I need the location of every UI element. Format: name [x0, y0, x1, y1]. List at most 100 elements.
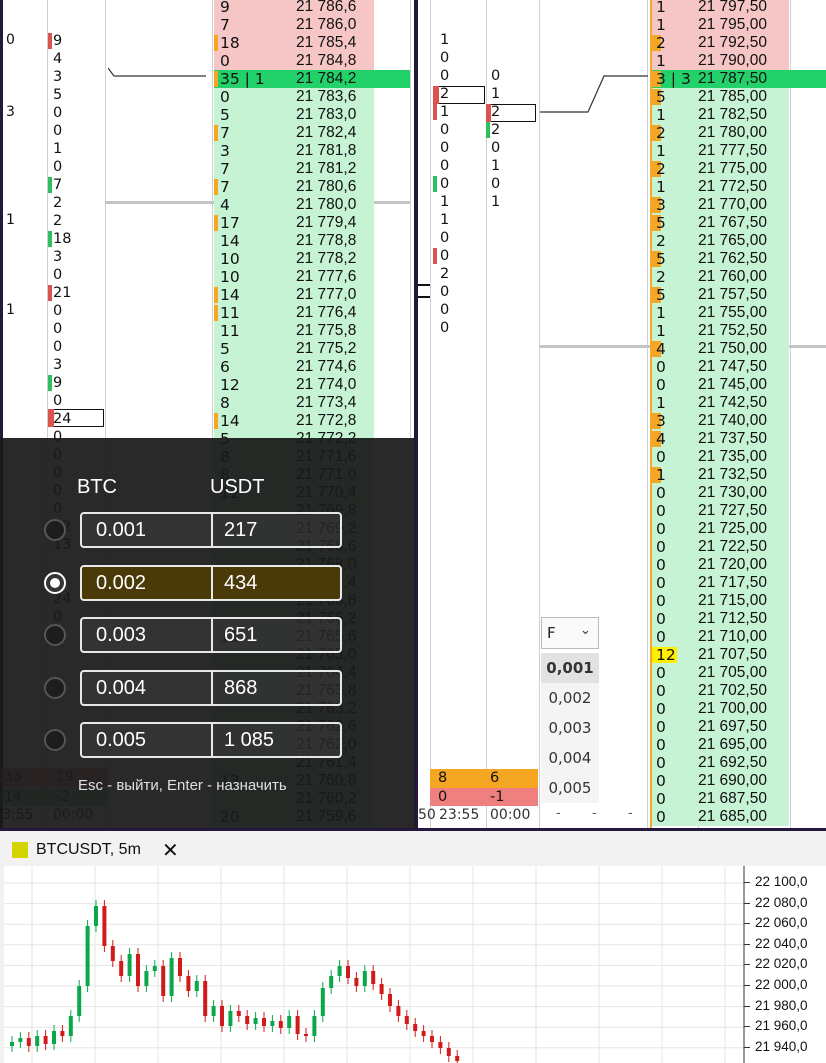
- ladder-row[interactable]: 3 21 740,00: [652, 412, 789, 430]
- preset-usdt-value[interactable]: 651: [224, 619, 257, 651]
- ladder-row[interactable]: 0 21 692,50: [652, 754, 789, 772]
- ladder-row[interactable]: 2 21 792,50: [652, 34, 789, 52]
- ladder-row[interactable]: 14 21 778,8: [214, 232, 374, 250]
- ladder-row[interactable]: 0 21 705,00: [652, 664, 789, 682]
- ladder-row[interactable]: 2 21 760,00: [652, 268, 789, 286]
- ladder-row[interactable]: 7 21 781,2: [214, 160, 374, 178]
- ladder-row[interactable]: 5 21 785,00: [652, 88, 789, 106]
- ladder-row[interactable]: 1 21 795,00: [652, 16, 789, 34]
- ladder-row[interactable]: 3 21 781,8: [214, 142, 374, 160]
- preset-usdt-value[interactable]: 434: [224, 567, 257, 599]
- ladder-row[interactable]: 0 21 720,00: [652, 556, 789, 574]
- ladder-row[interactable]: 5 21 783,0: [214, 106, 374, 124]
- ladder-row[interactable]: 0 21 695,00: [652, 736, 789, 754]
- preset-row[interactable]: 0.005 1 085: [80, 722, 342, 758]
- preset-btc-value[interactable]: 0.005: [96, 724, 146, 756]
- ladder-row[interactable]: 9 21 786,6: [214, 0, 374, 16]
- ladder-row[interactable]: 12 21 774,0: [214, 376, 374, 394]
- preset-usdt-value[interactable]: 868: [224, 672, 257, 704]
- ladder-row[interactable]: 7 21 782,4: [214, 124, 374, 142]
- preset-usdt-value[interactable]: 217: [224, 514, 257, 546]
- ladder-row[interactable]: 1 21 732,50: [652, 466, 789, 484]
- preset-radio[interactable]: [44, 729, 66, 751]
- ladder-row[interactable]: 1 21 777,50: [652, 142, 789, 160]
- preset-btc-value[interactable]: 0.001: [96, 514, 146, 546]
- ladder-row[interactable]: 0 21 730,00: [652, 484, 789, 502]
- ladder-row[interactable]: 0 21 712,50: [652, 610, 789, 628]
- ladder-row[interactable]: 0 21 783,6: [214, 88, 374, 106]
- preset-row[interactable]: 0.002 434: [80, 564, 342, 601]
- ladder-row[interactable]: 0 21 747,50: [652, 358, 789, 376]
- ladder-row[interactable]: 7 21 780,6: [214, 178, 374, 196]
- candle-body: [346, 966, 350, 978]
- preset-btc-value[interactable]: 0.004: [96, 672, 146, 704]
- chart-canvas[interactable]: [4, 866, 826, 1063]
- ladder-row[interactable]: 5 21 775,2: [214, 340, 374, 358]
- preset-btc-value[interactable]: 0.002: [96, 567, 146, 599]
- ladder-row[interactable]: 6 21 774,6: [214, 358, 374, 376]
- ladder-row[interactable]: 14 21 777,0: [214, 286, 374, 304]
- preset-radio[interactable]: [44, 519, 66, 541]
- ladder-row[interactable]: 1 21 790,00: [652, 52, 789, 70]
- ladder-row[interactable]: 3 21 770,00: [652, 196, 789, 214]
- preset-radio[interactable]: [44, 624, 66, 646]
- ladder-row[interactable]: 0 21 710,00: [652, 628, 789, 646]
- ladder-row[interactable]: 1 21 755,00: [652, 304, 789, 322]
- ladder-row[interactable]: 18 21 785,4: [214, 34, 374, 52]
- ladder-row[interactable]: 1 21 782,50: [652, 106, 789, 124]
- ladder-row[interactable]: 3 | 3 21 787,50: [652, 70, 826, 88]
- ladder-row[interactable]: 0 21 685,00: [652, 808, 789, 826]
- ladder-row[interactable]: 0 21 690,00: [652, 772, 789, 790]
- ladder-row[interactable]: 1 21 752,50: [652, 322, 789, 340]
- volume-option[interactable]: 0,005: [541, 773, 599, 803]
- ladder-row[interactable]: 14 21 772,8: [214, 412, 374, 430]
- ladder-row[interactable]: 0 21 745,00: [652, 376, 789, 394]
- preset-row[interactable]: 0.004 868: [80, 669, 342, 706]
- volume-option[interactable]: 0,002: [541, 683, 599, 713]
- ladder-row[interactable]: 11 21 775,8: [214, 322, 374, 340]
- preset-radio[interactable]: [44, 571, 66, 594]
- ladder-row[interactable]: 0 21 700,00: [652, 700, 789, 718]
- ladder-row[interactable]: 0 21 727,50: [652, 502, 789, 520]
- ladder-row[interactable]: 0 21 717,50: [652, 574, 789, 592]
- ladder-row[interactable]: 17 21 779,4: [214, 214, 374, 232]
- preset-btc-value[interactable]: 0.003: [96, 619, 146, 651]
- ladder-row[interactable]: 0 21 687,50: [652, 790, 789, 808]
- ladder-row[interactable]: 1 21 797,50: [652, 0, 789, 16]
- ladder-row[interactable]: 0 21 715,00: [652, 592, 789, 610]
- preset-row[interactable]: 0.001 217: [80, 512, 342, 548]
- ladder-row[interactable]: 1 21 772,50: [652, 178, 789, 196]
- ladder-row[interactable]: 2 21 765,00: [652, 232, 789, 250]
- preset-radio[interactable]: [44, 676, 66, 699]
- ladder-row[interactable]: 11 21 776,4: [214, 304, 374, 322]
- ladder-row[interactable]: 0 21 784,8: [214, 52, 374, 70]
- ladder-row[interactable]: 2 21 780,00: [652, 124, 789, 142]
- ladder-row[interactable]: 5 21 762,50: [652, 250, 789, 268]
- ladder-row[interactable]: 2 21 775,00: [652, 160, 789, 178]
- ladder-row[interactable]: 7 21 786,0: [214, 16, 374, 34]
- ladder-row[interactable]: 12 21 707,50: [652, 646, 789, 664]
- preset-row[interactable]: 0.003 651: [80, 617, 342, 653]
- ladder-row[interactable]: 0 21 722,50: [652, 538, 789, 556]
- ladder-row[interactable]: 35 | 1 21 784,2: [214, 70, 410, 88]
- ladder-row[interactable]: 0 21 702,50: [652, 682, 789, 700]
- volume-select[interactable]: F ⌄: [541, 617, 599, 649]
- candle-body: [455, 1056, 460, 1061]
- ladder-row[interactable]: 1 21 742,50: [652, 394, 789, 412]
- volume-option[interactable]: 0,001: [541, 653, 599, 683]
- volume-option[interactable]: 0,004: [541, 743, 599, 773]
- volume-option[interactable]: 0,003: [541, 713, 599, 743]
- ladder-row[interactable]: 10 21 778,2: [214, 250, 374, 268]
- close-icon[interactable]: ✕: [162, 838, 179, 862]
- ladder-row[interactable]: 4 21 780,0: [214, 196, 374, 214]
- ladder-row[interactable]: 0 21 735,00: [652, 448, 789, 466]
- ladder-row[interactable]: 5 21 757,50: [652, 286, 789, 304]
- ladder-row[interactable]: 4 21 750,00: [652, 340, 789, 358]
- preset-usdt-value[interactable]: 1 085: [224, 724, 274, 756]
- ladder-row[interactable]: 0 21 697,50: [652, 718, 789, 736]
- ladder-row[interactable]: 10 21 777,6: [214, 268, 374, 286]
- ladder-row[interactable]: 8 21 773,4: [214, 394, 374, 412]
- ladder-row[interactable]: 4 21 737,50: [652, 430, 789, 448]
- ladder-row[interactable]: 5 21 767,50: [652, 214, 789, 232]
- ladder-row[interactable]: 0 21 725,00: [652, 520, 789, 538]
